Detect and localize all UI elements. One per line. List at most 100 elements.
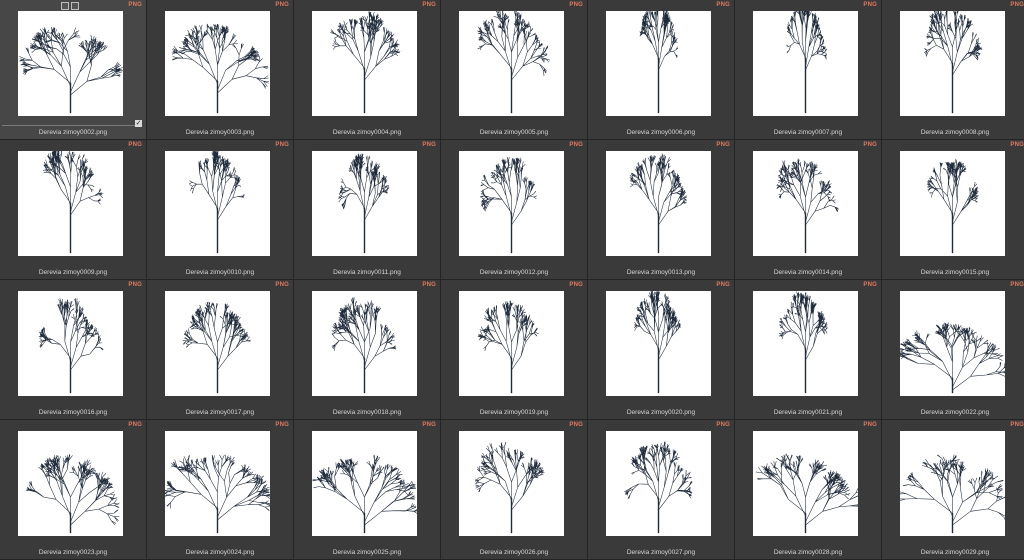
tree-image (776, 158, 839, 254)
file-name-label: Derevia zimoy0010.png (185, 269, 255, 276)
thumbnail-preview[interactable] (606, 11, 711, 116)
thumbnail-preview[interactable] (753, 11, 858, 116)
thumbnail-tile[interactable]: PNG Derevia zimoy0024.png (147, 420, 294, 560)
thumbnail-preview[interactable] (900, 431, 1005, 536)
tree-image (312, 454, 417, 534)
thumbnail-tile[interactable]: PNG Derevia zimoy0004.png (294, 0, 441, 140)
thumbnail-tile[interactable]: PNG Derevia zimoy0022.png (882, 280, 1024, 420)
thumbnail-tile[interactable]: PNG Derevia zimoy0029.png (882, 420, 1024, 560)
thumbnail-tile[interactable]: PNG Derevia zimoy0020.png (588, 280, 735, 420)
thumbnail-tile[interactable]: PNG Derevia zimoy0026.png (441, 420, 588, 560)
thumbnail-tile[interactable]: PNG Derevia zimoy0016.png (0, 280, 147, 420)
png-badge: PNG (716, 282, 730, 288)
thumbnail-tile[interactable]: PNG Derevia zimoy0021.png (735, 280, 882, 420)
png-badge: PNG (863, 422, 877, 428)
thumbnail-preview[interactable] (606, 291, 711, 396)
thumbnail-preview[interactable] (900, 291, 1005, 396)
pen-icon[interactable] (71, 2, 79, 10)
thumbnail-tile[interactable]: PNG Derevia zimoy0007.png (735, 0, 882, 140)
thumbnail-preview[interactable] (165, 151, 270, 256)
thumbnail-tile[interactable]: PNG Derevia zimoy0005.png (441, 0, 588, 140)
thumbnail-preview[interactable] (606, 151, 711, 256)
tree-image (624, 441, 693, 534)
thumbnail-tile[interactable]: PNG Derevia zimoy0008.png (882, 0, 1024, 140)
thumbnail-preview[interactable] (459, 291, 564, 396)
thumbnail-tile[interactable]: PNG Derevia zimoy0027.png (588, 420, 735, 560)
thumbnail-tile[interactable]: PNG Derevia zimoy0006.png (588, 0, 735, 140)
thumbnail-preview[interactable] (753, 291, 858, 396)
file-name-label: Derevia zimoy0022.png (920, 409, 990, 416)
file-name-label: Derevia zimoy0004.png (332, 129, 402, 136)
thumbnail-tile[interactable]: PNG Derevia zimoy0011.png (294, 140, 441, 280)
tree-image (755, 453, 858, 534)
thumbnail-tile[interactable]: PNG Derevia zimoy0015.png (882, 140, 1024, 280)
png-badge: PNG (569, 282, 583, 288)
tree-image (38, 298, 104, 394)
tree-image (786, 11, 828, 114)
thumbnail-tile[interactable]: PNG Derevia zimoy0003.png (147, 0, 294, 140)
thumbnail-tile[interactable]: PNG Derevia zimoy0028.png (735, 420, 882, 560)
png-badge: PNG (275, 422, 289, 428)
square-icon[interactable] (61, 2, 69, 10)
png-badge: PNG (569, 422, 583, 428)
png-badge: PNG (863, 2, 877, 8)
png-badge: PNG (569, 142, 583, 148)
thumbnail-preview[interactable] (459, 151, 564, 256)
tree-image (26, 453, 120, 534)
thumbnail-preview[interactable] (312, 151, 417, 256)
thumbnail-preview[interactable] (165, 431, 270, 536)
tree-image (189, 151, 245, 254)
thumbnail-tile[interactable]: PNG ✓ Derevia zimoy0002.png (0, 0, 147, 140)
png-badge: PNG (716, 422, 730, 428)
file-name-label: Derevia zimoy0019.png (479, 409, 549, 416)
png-badge: PNG (275, 2, 289, 8)
thumbnail-preview[interactable] (18, 11, 123, 116)
thumbnail-tile[interactable]: PNG Derevia zimoy0017.png (147, 280, 294, 420)
thumbnail-preview[interactable] (312, 11, 417, 116)
tree-image (165, 454, 270, 534)
png-badge: PNG (863, 142, 877, 148)
thumbnail-preview[interactable] (606, 431, 711, 536)
file-name-label: Derevia zimoy0002.png (38, 129, 108, 136)
thumbnail-preview[interactable] (165, 291, 270, 396)
thumbnail-tile[interactable]: PNG Derevia zimoy0012.png (441, 140, 588, 280)
tree-image (474, 442, 545, 534)
thumbnail-tile[interactable]: PNG Derevia zimoy0019.png (441, 280, 588, 420)
thumbnail-preview[interactable] (753, 431, 858, 536)
thumbnail-tile[interactable]: PNG Derevia zimoy0013.png (588, 140, 735, 280)
thumbnail-preview[interactable] (312, 431, 417, 536)
thumbnail-tile[interactable]: PNG Derevia zimoy0010.png (147, 140, 294, 280)
png-badge: PNG (1010, 142, 1024, 148)
tree-image (171, 23, 270, 114)
file-name-label: Derevia zimoy0027.png (626, 549, 696, 556)
tree-image (330, 11, 401, 114)
checkbox-icon[interactable]: ✓ (135, 120, 142, 127)
file-name-label: Derevia zimoy0024.png (185, 549, 255, 556)
thumbnail-preview[interactable] (900, 151, 1005, 256)
tree-image (19, 27, 123, 114)
thumbnail-tile[interactable]: PNG Derevia zimoy0014.png (735, 140, 882, 280)
thumbnail-tile[interactable]: PNG Derevia zimoy0009.png (0, 140, 147, 280)
selection-divider (2, 125, 142, 126)
thumbnail-preview[interactable] (312, 291, 417, 396)
png-badge: PNG (128, 422, 142, 428)
thumbnail-tile[interactable]: PNG Derevia zimoy0023.png (0, 420, 147, 560)
selection-tools (61, 2, 79, 10)
thumbnail-preview[interactable] (459, 431, 564, 536)
thumbnail-preview[interactable] (18, 291, 123, 396)
thumbnail-preview[interactable] (18, 151, 123, 256)
thumbnail-tile[interactable]: PNG Derevia zimoy0018.png (294, 280, 441, 420)
file-name-label: Derevia zimoy0014.png (773, 269, 843, 276)
thumbnail-tile[interactable]: PNG Derevia zimoy0025.png (294, 420, 441, 560)
thumbnail-grid: PNG ✓ Derevia zimoy0002.png PNG Derevia … (0, 0, 1024, 560)
file-name-label: Derevia zimoy0020.png (626, 409, 696, 416)
thumbnail-preview[interactable] (753, 151, 858, 256)
tree-image (338, 153, 390, 254)
thumbnail-preview[interactable] (18, 431, 123, 536)
thumbnail-preview[interactable] (459, 11, 564, 116)
thumbnail-preview[interactable] (900, 11, 1005, 116)
tree-image (900, 454, 1005, 534)
thumbnail-preview[interactable] (165, 11, 270, 116)
png-badge: PNG (128, 2, 142, 8)
file-name-label: Derevia zimoy0028.png (773, 549, 843, 556)
